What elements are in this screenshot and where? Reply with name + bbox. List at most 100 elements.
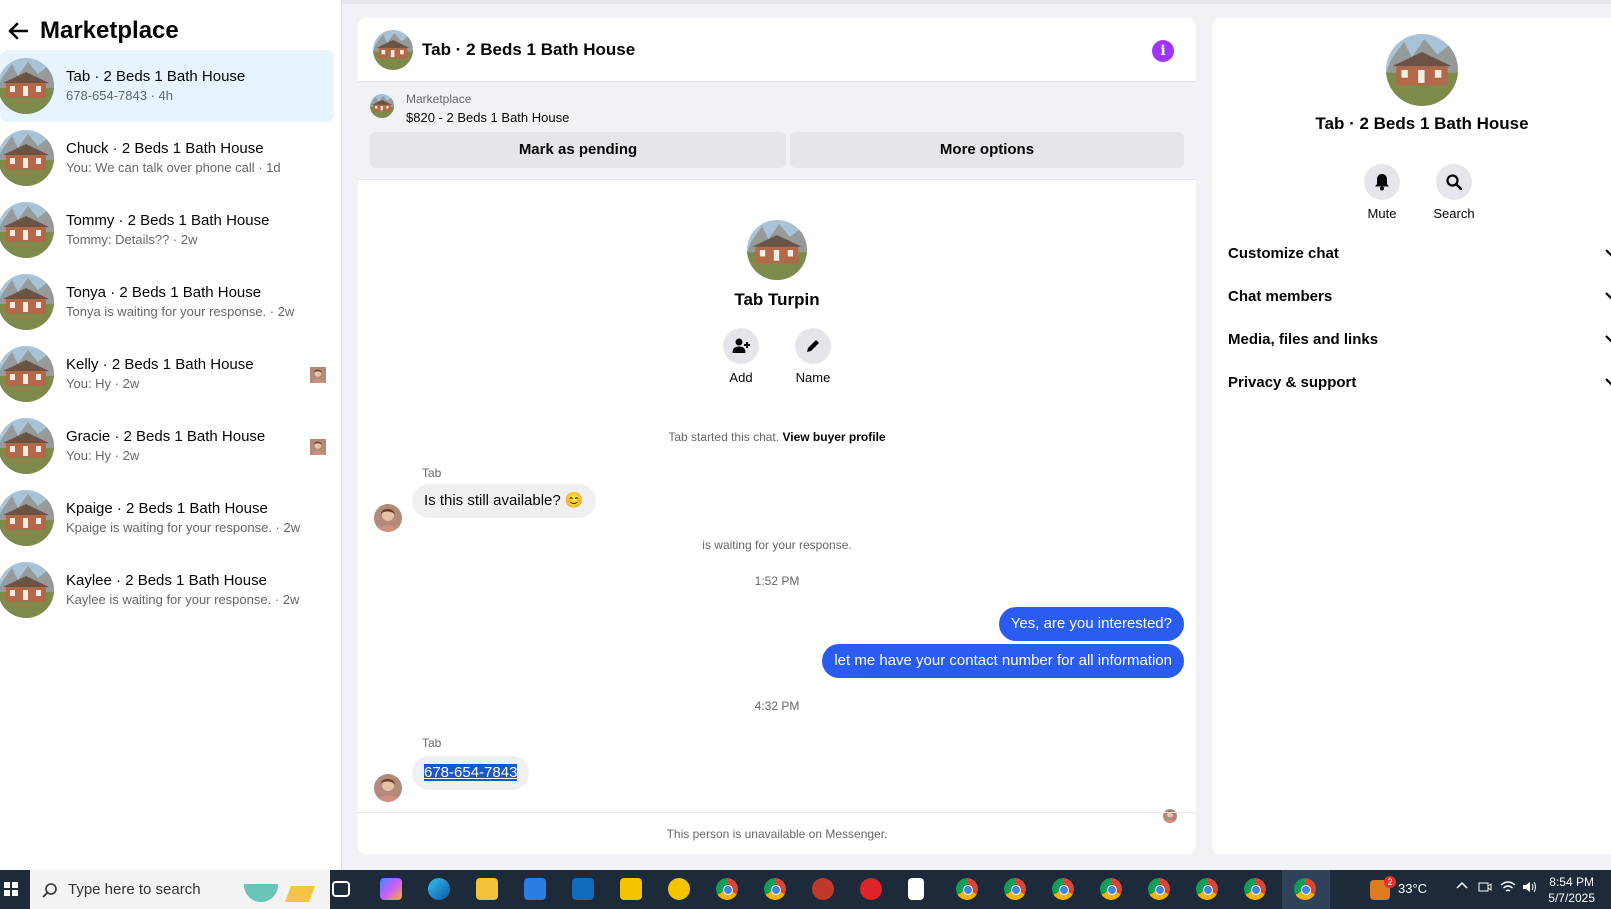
- waiting-notice: is waiting for your response.: [702, 538, 852, 552]
- chrome-icon[interactable]: [1100, 878, 1122, 900]
- chrome-icon[interactable]: [1294, 878, 1316, 900]
- mark-pending-button[interactable]: Mark as pending: [370, 132, 786, 168]
- conversation-text: Tonya · 2 Beds 1 Bath House Tonya is wait…: [66, 283, 294, 321]
- chrome-icon[interactable]: [956, 878, 978, 900]
- chrome-icon[interactable]: [764, 878, 786, 900]
- search-action[interactable]: Search: [1424, 164, 1484, 221]
- incoming-message[interactable]: Is this still available? 😊: [412, 484, 596, 518]
- chrome-icon[interactable]: [1148, 878, 1170, 900]
- conversation-preview: You: Hy · 2w: [66, 376, 140, 391]
- wifi-icon[interactable]: [1500, 880, 1516, 897]
- conversation-item[interactable]: Tonya · 2 Beds 1 Bath House Tonya is wait…: [0, 266, 334, 338]
- chrome-icon[interactable]: [1244, 878, 1266, 900]
- profile-avatar[interactable]: [747, 220, 807, 280]
- back-arrow-icon[interactable]: [4, 17, 32, 45]
- chat-title[interactable]: Tab · 2 Beds 1 Bath House: [422, 40, 635, 60]
- meet-icon[interactable]: [1478, 880, 1492, 897]
- conversation-preview: Tommy: Details?? · 2w: [66, 232, 198, 247]
- store-icon[interactable]: [524, 878, 546, 900]
- pencil-icon[interactable]: [795, 328, 831, 364]
- outgoing-message[interactable]: let me have your contact number for all …: [822, 644, 1184, 678]
- selected-phone-number[interactable]: 678-654-7843: [424, 764, 518, 781]
- details-avatar[interactable]: [1386, 34, 1458, 106]
- chrome-icon[interactable]: [1052, 878, 1074, 900]
- add-action[interactable]: Add: [711, 328, 771, 385]
- conversation-preview: You: Hy · 2w: [66, 448, 140, 463]
- bell-icon[interactable]: [1364, 164, 1400, 200]
- conversation-sidebar: Marketplace Tab · 2 Beds 1 Bath House 678…: [0, 0, 342, 870]
- app-icon[interactable]: [620, 878, 642, 900]
- sender-avatar[interactable]: [374, 504, 402, 532]
- sender-name: Tab: [422, 736, 442, 750]
- mute-action[interactable]: Mute: [1352, 164, 1412, 221]
- conversation-list: Tab · 2 Beds 1 Bath House 678-654-7843 · …: [0, 50, 334, 626]
- conversation-name: Chuck · 2 Beds 1 Bath House: [66, 140, 264, 157]
- details-section-label: Media, files and links: [1228, 330, 1379, 348]
- conversation-item[interactable]: Tab · 2 Beds 1 Bath House 678-654-7843 · …: [0, 50, 334, 122]
- chrome-icon[interactable]: [716, 878, 738, 900]
- sender-avatar[interactable]: [374, 774, 402, 802]
- view-buyer-profile-link[interactable]: View buyer profile: [782, 430, 885, 444]
- incoming-message[interactable]: 678-654-7843: [412, 756, 530, 790]
- conversation-item[interactable]: Gracie · 2 Beds 1 Bath House You: Hy · 2w: [0, 410, 334, 482]
- notepad-icon[interactable]: [908, 878, 924, 900]
- conversation-preview: 678-654-7843 · 4h: [66, 88, 173, 103]
- details-section[interactable]: Privacy & support: [1228, 360, 1611, 404]
- conversation-text: Kaylee · 2 Beds 1 Bath House Kaylee is wa…: [66, 571, 299, 609]
- chat-avatar[interactable]: [373, 29, 413, 70]
- chrome-icon[interactable]: [1004, 878, 1026, 900]
- profile-name[interactable]: Tab Turpin: [358, 290, 1196, 310]
- outlook-icon[interactable]: [572, 878, 594, 900]
- windows-start-icon[interactable]: [4, 882, 18, 896]
- chrome-icon[interactable]: [1196, 878, 1218, 900]
- edge-icon[interactable]: [428, 878, 450, 900]
- name-action[interactable]: Name: [783, 328, 843, 385]
- add-label: Add: [729, 370, 753, 385]
- conversation-thumbnail: [0, 418, 54, 474]
- details-section-label: Chat members: [1228, 287, 1333, 305]
- app-icon[interactable]: [812, 878, 834, 900]
- sidebar-header: Marketplace: [0, 14, 179, 48]
- details-section[interactable]: Media, files and links: [1228, 317, 1611, 361]
- chevron-down-icon: [1604, 288, 1611, 305]
- conversation-name: Tab · 2 Beds 1 Bath House: [66, 68, 246, 85]
- details-section[interactable]: Customize chat: [1228, 231, 1611, 275]
- conversation-text: Kpaige · 2 Beds 1 Bath House Kpaige is wa…: [66, 499, 300, 537]
- conversation-preview: You: We can talk over phone call · 1d: [66, 160, 281, 175]
- conversation-preview: Kaylee is waiting for your response. · 2…: [66, 592, 300, 607]
- conversation-item[interactable]: Kelly · 2 Beds 1 Bath House You: Hy · 2w: [0, 338, 334, 410]
- search-label: Search: [1433, 206, 1475, 221]
- info-icon[interactable]: i: [1152, 40, 1174, 62]
- timestamp: 4:32 PM: [754, 699, 800, 713]
- conversation-name: Tommy · 2 Beds 1 Bath House: [66, 212, 270, 229]
- conversation-preview: Tonya is waiting for your response. · 2w: [66, 304, 295, 319]
- notification-badge: 2: [1384, 876, 1396, 888]
- conversation-item[interactable]: Kpaige · 2 Beds 1 Bath House Kpaige is wa…: [0, 482, 334, 554]
- details-name: Tab · 2 Beds 1 Bath House: [1315, 114, 1529, 133]
- sender-name: Tab: [422, 466, 442, 480]
- opera-icon[interactable]: [860, 878, 882, 900]
- copilot-icon[interactable]: [380, 878, 402, 900]
- listing-thumbnail[interactable]: [370, 94, 394, 118]
- volume-icon[interactable]: [1522, 880, 1538, 897]
- task-view-icon[interactable]: [332, 881, 350, 897]
- listing-title[interactable]: $820 - 2 Beds 1 Bath House: [406, 110, 569, 125]
- file-explorer-icon[interactable]: [476, 878, 498, 900]
- conversation-item[interactable]: Tommy · 2 Beds 1 Bath House Tommy: Detail…: [0, 194, 334, 266]
- outgoing-message[interactable]: Yes, are you interested?: [998, 607, 1184, 641]
- app-icon[interactable]: [668, 878, 690, 900]
- add-person-icon[interactable]: [723, 328, 759, 364]
- conversation-item[interactable]: Chuck · 2 Beds 1 Bath House You: We can t…: [0, 122, 334, 194]
- temperature[interactable]: 33°C: [1398, 881, 1427, 896]
- search-icon[interactable]: [1436, 164, 1472, 200]
- chevron-up-icon[interactable]: [1456, 880, 1468, 895]
- more-options-button[interactable]: More options: [790, 132, 1184, 168]
- taskbar-search-placeholder: Type here to search: [68, 881, 201, 898]
- timestamp: 1:52 PM: [754, 574, 800, 588]
- details-section[interactable]: Chat members: [1228, 274, 1611, 318]
- taskbar-search-box[interactable]: Type here to search: [30, 870, 330, 909]
- conversation-item[interactable]: Kaylee · 2 Beds 1 Bath House Kaylee is wa…: [0, 554, 334, 626]
- system-clock[interactable]: 8:54 PM 5/7/2025: [1548, 874, 1595, 906]
- conversation-text: Kelly · 2 Beds 1 Bath House You: Hy · 2w: [66, 355, 254, 393]
- chat-header: Tab · 2 Beds 1 Bath House: [358, 18, 1196, 82]
